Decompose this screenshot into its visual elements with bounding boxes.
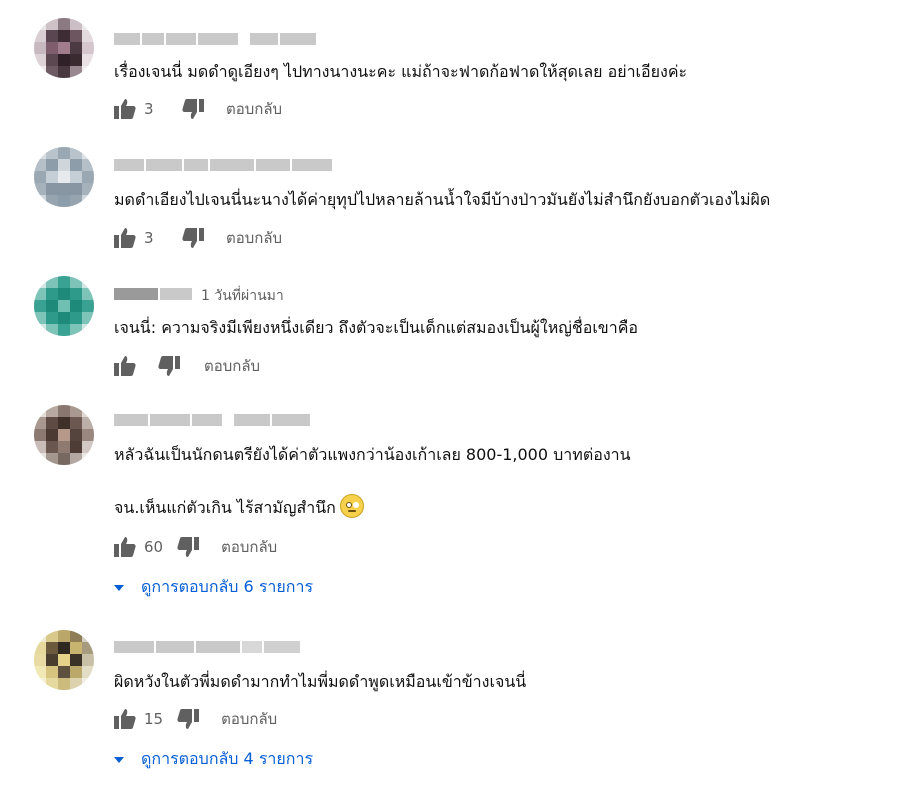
like-button[interactable]: [114, 355, 136, 377]
comment-text: เจนนี่: ความจริงมีเพียงหนึ่งเดียว ถึงตัว…: [114, 316, 638, 341]
thumbs-down-icon: [177, 709, 200, 729]
comment-actions: 60 ตอบกลับ: [114, 535, 277, 559]
dislike-button[interactable]: [182, 227, 204, 249]
thumbs-down-icon: [182, 228, 204, 248]
like-count: 3: [144, 100, 154, 118]
comment-line: เจนนี่: ความจริงมีเพียงหนึ่งเดียว ถึงตัว…: [114, 318, 639, 337]
like-count: 60: [144, 538, 164, 556]
thumbs-up-icon: [114, 228, 136, 248]
view-replies-label: ดูการตอบกลับ 4 รายการ: [141, 749, 314, 768]
comment-time: 1 วันที่ผ่านมา: [201, 288, 284, 304]
reply-button[interactable]: ตอบกลับ: [221, 535, 277, 559]
dislike-button[interactable]: [177, 536, 200, 558]
like-button[interactable]: [114, 536, 136, 558]
view-replies-button[interactable]: ดูการตอบกลับ 6 รายการ: [114, 575, 313, 600]
thumbs-down-icon: [177, 537, 200, 557]
author-name[interactable]: [114, 288, 192, 300]
author-name[interactable]: [114, 159, 332, 171]
comment-actions: ตอบกลับ: [114, 354, 260, 378]
view-replies-label: ดูการตอบกลับ 6 รายการ: [141, 577, 314, 596]
caret-down-icon: [114, 756, 124, 763]
thumbs-up-icon: [114, 99, 136, 119]
thumbs-down-icon: [182, 99, 204, 119]
avatar[interactable]: [34, 18, 94, 78]
like-count: 15: [144, 710, 164, 728]
avatar[interactable]: [34, 630, 94, 690]
comment-line: มดดำเอียงไปเจนนี่นะนางได้ค่ายุทุปไปหลายล…: [114, 190, 771, 209]
author-name[interactable]: [114, 641, 300, 653]
avatar[interactable]: [34, 147, 94, 207]
reply-button[interactable]: ตอบกลับ: [204, 354, 260, 378]
like-button[interactable]: [114, 708, 136, 730]
comment-actions: 15 ตอบกลับ: [114, 707, 277, 731]
avatar[interactable]: [34, 276, 94, 336]
comment-text: เรื่องเจนนี่ มดดำดูเอียงๆ ไปทางนางนะคะ แ…: [114, 60, 687, 85]
reply-button[interactable]: ตอบกลับ: [226, 226, 282, 250]
dislike-button[interactable]: [177, 708, 200, 730]
comment-text: ผิดหวังในตัวพี่มดดำมากทำไมพี่มดดำพูดเหมื…: [114, 670, 526, 695]
face-with-rolling-eyes-icon: [339, 494, 364, 518]
author-name[interactable]: [114, 414, 310, 426]
like-button[interactable]: [114, 227, 136, 249]
thumbs-up-icon: [114, 537, 136, 557]
comment-text: จน.เห็นแก่ตัวเกิน ไร้สามัญสำนึก: [114, 494, 364, 521]
avatar[interactable]: [34, 405, 94, 465]
dislike-button[interactable]: [158, 355, 180, 377]
thumbs-up-icon: [114, 356, 136, 376]
view-replies-button[interactable]: ดูการตอบกลับ 4 รายการ: [114, 747, 313, 772]
thumbs-down-icon: [158, 356, 180, 376]
comment-line: ผิดหวังในตัวพี่มดดำมากทำไมพี่มดดำพูดเหมื…: [114, 672, 527, 691]
comment-line: หลัวฉันเป็นนักดนตรียังได้ค่าตัวแพงกว่าน้…: [114, 445, 631, 464]
comment-actions: 3 ตอบกลับ: [114, 97, 282, 121]
comment-text: มดดำเอียงไปเจนนี่นะนางได้ค่ายุทุปไปหลายล…: [114, 188, 770, 213]
caret-down-icon: [114, 584, 124, 591]
reply-button[interactable]: ตอบกลับ: [226, 97, 282, 121]
thumbs-up-icon: [114, 709, 136, 729]
like-button[interactable]: [114, 98, 136, 120]
comment-text: หลัวฉันเป็นนักดนตรียังได้ค่าตัวแพงกว่าน้…: [114, 443, 631, 468]
comment-line: เรื่องเจนนี่ มดดำดูเอียงๆ ไปทางนางนะคะ แ…: [114, 62, 688, 81]
author-name[interactable]: [114, 33, 316, 45]
like-count: 3: [144, 229, 154, 247]
comment-actions: 3 ตอบกลับ: [114, 226, 282, 250]
comment-line: จน.เห็นแก่ตัวเกิน ไร้สามัญสำนึก: [114, 498, 336, 517]
reply-button[interactable]: ตอบกลับ: [221, 707, 277, 731]
dislike-button[interactable]: [182, 98, 204, 120]
